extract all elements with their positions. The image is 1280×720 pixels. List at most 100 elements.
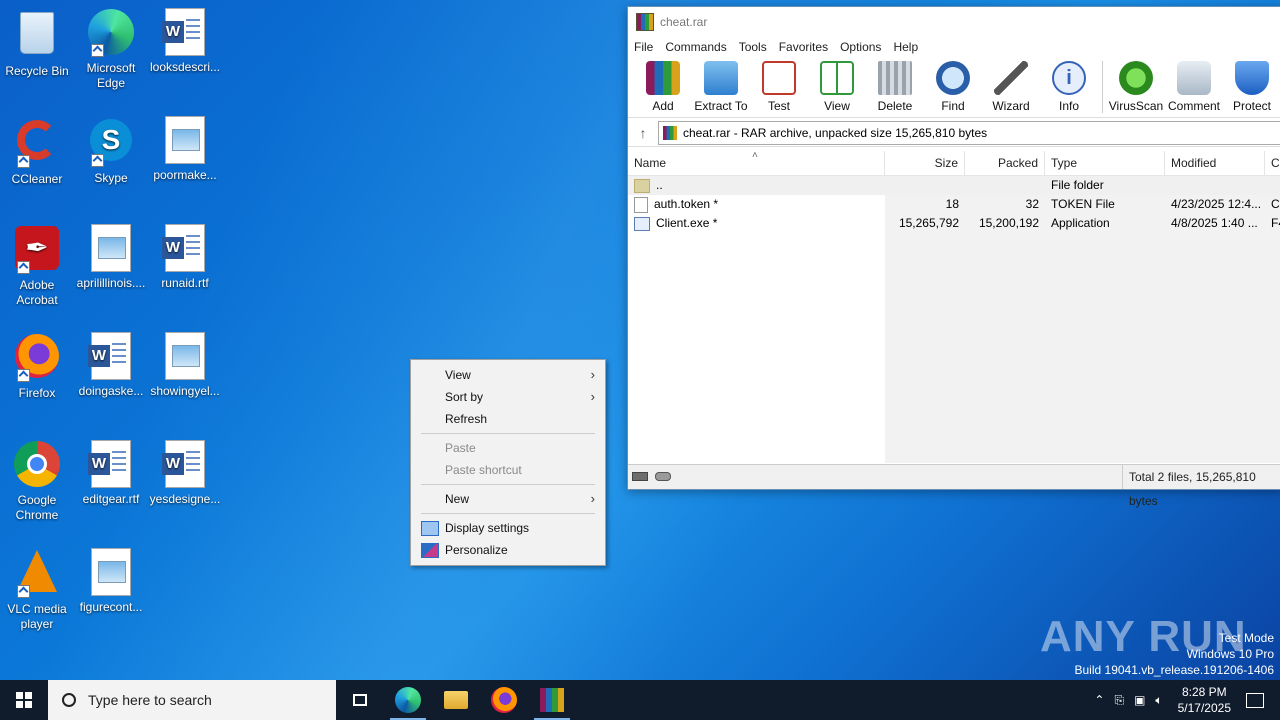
desktop-icon-poormake[interactable]: poormake... xyxy=(148,116,222,183)
start-button[interactable] xyxy=(0,680,48,720)
desktop-icon-google-chrome[interactable]: Google Chrome xyxy=(0,440,74,523)
delete-button[interactable]: Delete xyxy=(866,61,924,117)
drive-icons xyxy=(628,470,1122,484)
vlc-icon xyxy=(13,550,61,598)
desktop-icon-yesdesigne[interactable]: W yesdesigne... xyxy=(148,440,222,507)
desktop-icon-figurecont[interactable]: figurecont... xyxy=(74,548,148,615)
clock-date: 5/17/2025 xyxy=(1177,701,1231,715)
status-summary: Total 2 files, 15,265,810 bytes xyxy=(1122,465,1280,508)
edge-icon xyxy=(395,687,421,713)
menu-item-sort-by[interactable]: Sort by › xyxy=(411,386,605,408)
taskbar-search-box[interactable]: Type here to search xyxy=(48,680,336,720)
up-arrow-icon[interactable]: ↑ xyxy=(628,125,658,141)
shield-icon xyxy=(1235,61,1269,95)
column-size[interactable]: Size xyxy=(885,151,965,175)
file-icon xyxy=(634,196,648,213)
desktop-icon-ccleaner[interactable]: CCleaner xyxy=(0,116,74,187)
firefox-icon xyxy=(13,334,61,382)
drive-icon[interactable] xyxy=(632,472,648,481)
wizard-button[interactable]: Wizard xyxy=(982,61,1040,117)
archive-path-field[interactable]: cheat.rar - RAR archive, unpacked size 1… xyxy=(658,121,1280,145)
column-packed[interactable]: Packed xyxy=(965,151,1045,175)
volume-icon[interactable]: 🔈︎ xyxy=(1155,693,1162,708)
toolbar: Add Extract To Test View Delete Find Wiz… xyxy=(628,57,1280,118)
notifications-icon[interactable] xyxy=(1246,692,1264,708)
menu-item-personalize[interactable]: Personalize xyxy=(411,539,605,561)
menu-separator xyxy=(421,513,595,514)
edge-icon xyxy=(87,9,135,57)
word-doc-icon: W xyxy=(87,332,135,380)
desktop-icon-vlc[interactable]: VLC media player xyxy=(0,548,74,632)
menu-item-new[interactable]: New › xyxy=(411,488,605,510)
key-icon[interactable] xyxy=(655,472,672,481)
desktop-icon-editgear[interactable]: W editgear.rtf xyxy=(74,440,148,507)
folder-icon xyxy=(634,178,650,193)
clock[interactable]: 8:28 PM 5/17/2025 xyxy=(1178,684,1231,716)
find-button[interactable]: Find xyxy=(924,61,982,117)
desktop-context-menu: View › Sort by › Refresh Paste Paste short… xyxy=(410,359,606,566)
table-row[interactable]: Client.exe * 15,265,792 15,200,192 Appli… xyxy=(628,214,1280,233)
table-row[interactable]: auth.token * 18 32 TOKEN File 4/23/2025 … xyxy=(628,195,1280,214)
menu-commands[interactable]: Commands xyxy=(665,40,726,54)
network-icon[interactable]: ▣ xyxy=(1134,693,1145,707)
test-button[interactable]: Test xyxy=(750,61,808,117)
magnifier-icon xyxy=(936,61,970,95)
menu-help[interactable]: Help xyxy=(893,40,918,54)
menu-item-paste-shortcut[interactable]: Paste shortcut xyxy=(411,459,605,481)
chrome-icon xyxy=(13,441,61,489)
column-modified[interactable]: Modified xyxy=(1165,151,1265,175)
winrar-window: cheat.rar File Commands Tools Favorites … xyxy=(627,6,1280,508)
menu-item-display-settings[interactable]: Display settings xyxy=(411,517,605,539)
folder-icon xyxy=(444,691,468,709)
clock-time: 8:28 PM xyxy=(1181,685,1227,699)
extract-to-button[interactable]: Extract To xyxy=(692,61,750,117)
image-file-icon xyxy=(87,548,135,596)
menu-tools[interactable]: Tools xyxy=(739,40,767,54)
taskbar-file-explorer[interactable] xyxy=(432,680,480,720)
desktop-icon-aprilillinois[interactable]: aprilillinois.... xyxy=(74,224,148,291)
test-mode-watermark: Test Mode Windows 10 Pro Build 19041.vb_… xyxy=(1074,631,1275,677)
address-bar: ↑ cheat.rar - RAR archive, unpacked size… xyxy=(628,120,1280,147)
info-button[interactable]: i Info xyxy=(1040,61,1098,117)
virusscan-button[interactable]: VirusScan xyxy=(1107,61,1165,117)
column-type[interactable]: Type xyxy=(1045,151,1165,175)
desktop-icon-looksdescri[interactable]: W looksdescri... xyxy=(148,8,222,75)
menu-options[interactable]: Options xyxy=(840,40,881,54)
menu-favorites[interactable]: Favorites xyxy=(779,40,828,54)
desktop-icon-doingaske[interactable]: W doingaske... xyxy=(74,332,148,399)
menu-item-refresh[interactable]: Refresh xyxy=(411,408,605,430)
column-crc[interactable]: C xyxy=(1265,151,1280,175)
desktop-icon-firefox[interactable]: Firefox xyxy=(0,332,74,401)
table-row[interactable]: .. File folder xyxy=(628,176,1280,195)
winrar-icon xyxy=(540,688,564,712)
protect-button[interactable]: Protect xyxy=(1223,61,1280,117)
image-file-icon xyxy=(161,332,209,380)
desktop-icon-recycle-bin[interactable]: Recycle Bin xyxy=(0,8,74,79)
comment-button[interactable]: Comment xyxy=(1165,61,1223,117)
menu-file[interactable]: File xyxy=(634,40,653,54)
trash-icon xyxy=(878,61,912,95)
desktop-icon-microsoft-edge[interactable]: Microsoft Edge xyxy=(74,8,148,91)
sort-caret-icon: ˄ xyxy=(752,150,758,161)
title-bar[interactable]: cheat.rar xyxy=(628,7,1280,37)
taskbar-firefox[interactable] xyxy=(480,680,528,720)
view-button[interactable]: View xyxy=(808,61,866,117)
column-name[interactable]: Name ˄ xyxy=(628,150,885,175)
chevron-right-icon: › xyxy=(590,367,595,382)
menu-item-view[interactable]: View › xyxy=(411,364,605,386)
chevron-up-icon[interactable]: ⌃ xyxy=(1094,693,1104,707)
word-doc-icon: W xyxy=(87,440,135,488)
desktop-icon-runaid[interactable]: W runaid.rtf xyxy=(148,224,222,291)
menu-item-paste[interactable]: Paste xyxy=(411,437,605,459)
taskbar-edge[interactable] xyxy=(384,680,432,720)
file-list: .. File folder auth.token * 18 32 TOKEN … xyxy=(628,176,1280,233)
desktop-icon-showingyel[interactable]: showingyel... xyxy=(148,332,222,399)
task-view-button[interactable] xyxy=(336,680,384,720)
search-placeholder: Type here to search xyxy=(88,692,212,708)
taskbar-winrar[interactable] xyxy=(528,680,576,720)
add-button[interactable]: Add xyxy=(634,61,692,117)
network-adapter-icon[interactable]: ⎘ xyxy=(1114,693,1124,708)
desktop-icon-adobe-acrobat[interactable]: ✒ Adobe Acrobat xyxy=(0,224,74,308)
desktop-icon-skype[interactable]: S Skype xyxy=(74,116,148,186)
application-icon xyxy=(634,216,650,231)
